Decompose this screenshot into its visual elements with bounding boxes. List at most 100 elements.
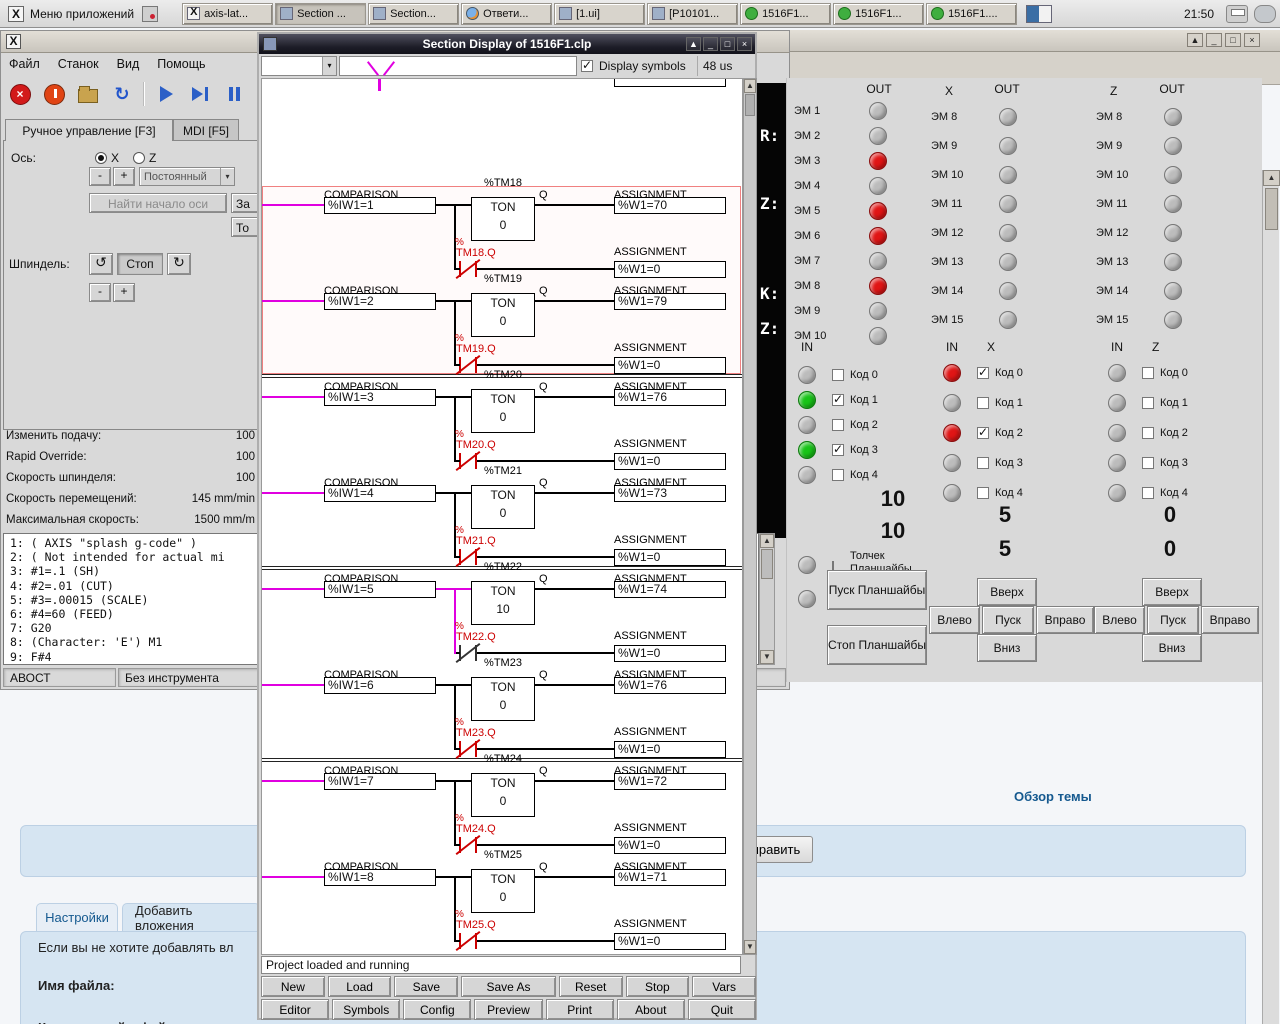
assignment-box[interactable]: %W1=70 <box>614 197 726 214</box>
estop-button[interactable]: × <box>7 81 33 107</box>
checkbox[interactable] <box>1142 457 1154 469</box>
checkbox[interactable] <box>977 397 989 409</box>
timer-block[interactable]: TON 0 <box>471 293 535 337</box>
jog-left-button[interactable]: Влево <box>929 606 980 634</box>
ladder-status-field[interactable]: Project loaded and running <box>261 956 741 974</box>
comparison-box[interactable]: %IW1=7 <box>324 773 436 790</box>
close-icon[interactable]: × <box>737 37 752 51</box>
checkbox[interactable] <box>977 365 989 379</box>
timer-block[interactable]: TON 10 <box>471 581 535 625</box>
timer-block[interactable]: TON 0 <box>471 389 535 433</box>
ladder-rung[interactable]: COMPARISON %IW1=1 %TM18 Q TON 0 ASSIGNME… <box>262 177 742 286</box>
tab-attachments[interactable]: Добавить вложения <box>122 903 260 933</box>
machine-power-button[interactable] <box>41 81 67 107</box>
checkbox[interactable] <box>1142 427 1154 439</box>
ladder-rung[interactable]: COMPARISON %IW1=8 %TM25 Q TON 0 ASSIGNME… <box>262 849 742 954</box>
ladder-rung[interactable]: COMPARISON %IW1=2 %TM19 Q TON 0 ASSIGNME… <box>262 273 742 382</box>
jog-up-button[interactable]: Вверх <box>977 578 1037 606</box>
timer-block[interactable]: TON 0 <box>471 869 535 913</box>
timer-block[interactable]: TON 0 <box>471 485 535 529</box>
checkbox[interactable] <box>1142 487 1154 499</box>
ladder-button[interactable]: Quit <box>687 999 756 1020</box>
maximize-icon[interactable]: □ <box>1225 33 1241 47</box>
ladder-rung[interactable]: COMPARISON %IW1=6 %TM23 Q TON 0 ASSIGNME… <box>262 657 742 766</box>
menu-item[interactable]: Станок <box>58 57 99 71</box>
scrollbar-thumb[interactable] <box>761 549 773 579</box>
printer-icon[interactable] <box>1226 5 1248 23</box>
taskbar-window-button[interactable]: [1.ui] <box>554 2 646 25</box>
scrollbar-thumb[interactable] <box>1265 188 1278 230</box>
reload-button[interactable]: ↻ <box>109 81 135 107</box>
jog-right-button[interactable]: Вправо <box>1036 606 1094 634</box>
section-combo[interactable]: ▾ <box>261 56 337 76</box>
jog-mode-combo[interactable]: Постоянный ▾ <box>139 167 235 186</box>
workspace-pager[interactable] <box>1025 5 1052 23</box>
taskbar-window-button[interactable]: Ответи... <box>461 2 553 25</box>
step-button[interactable] <box>187 81 213 107</box>
assignment-box[interactable]: %W1=0 <box>614 549 726 566</box>
tab-mdi[interactable]: MDI [F5] <box>173 119 239 141</box>
spindle-plus-button[interactable]: + <box>113 283 135 302</box>
gcode-scrollbar[interactable]: ▲ ▼ <box>759 533 775 665</box>
menu-item[interactable]: Помощь <box>157 57 205 71</box>
assignment-box[interactable]: %W1=0 <box>614 357 726 374</box>
radio-axis-z[interactable] <box>133 152 145 164</box>
jog-right-button[interactable]: Вправо <box>1201 606 1259 634</box>
spindle-ccw-button[interactable]: ↺ <box>89 253 113 275</box>
taskbar-window-button[interactable]: axis-lat... <box>182 2 274 25</box>
close-icon[interactable]: × <box>1244 33 1260 47</box>
pause-button[interactable] <box>221 81 247 107</box>
radio-axis-x[interactable] <box>95 152 107 164</box>
scrollbar-thumb[interactable] <box>745 94 755 116</box>
jog-start-button[interactable]: Пуск <box>1147 606 1199 634</box>
applications-menu[interactable]: X Меню приложений <box>0 0 142 27</box>
checkbox[interactable] <box>977 425 989 439</box>
taskbar-window-button[interactable]: 1516F1... <box>740 2 832 25</box>
override-row[interactable]: Максимальная скорость: 1500 mm/m <box>1 510 258 531</box>
shade-icon[interactable]: ▲ <box>686 37 701 51</box>
taskbar-window-button[interactable]: Section ... <box>275 2 367 25</box>
comparison-box[interactable]: %IW1=5 <box>324 581 436 598</box>
tab-settings[interactable]: Настройки <box>36 903 118 931</box>
spindle-minus-button[interactable]: - <box>89 283 111 302</box>
checkbox[interactable] <box>832 418 844 431</box>
comparison-box[interactable]: %IW1=2 <box>324 293 436 310</box>
comparison-box[interactable]: %IW1=1 <box>324 197 436 214</box>
jog-left-button[interactable]: Влево <box>1094 606 1145 634</box>
checkbox[interactable] <box>1142 397 1154 409</box>
home-axis-button[interactable]: Найти начало оси <box>89 193 227 213</box>
assignment-box[interactable]: %W1=79 <box>614 293 726 310</box>
assignment-box[interactable]: %W1=76 <box>614 389 726 406</box>
jog-start-button[interactable]: Пуск <box>982 606 1034 634</box>
jog-down-button[interactable]: Вниз <box>977 634 1037 662</box>
assignment-box[interactable]: %W1=71 <box>614 869 726 886</box>
mouse-icon[interactable] <box>1254 5 1276 23</box>
override-row[interactable]: Изменить подачу: 100 <box>1 426 258 447</box>
ladder-button[interactable]: Editor <box>261 999 330 1020</box>
taskbar-window-button[interactable]: 1516F1.... <box>926 2 1018 25</box>
maximize-icon[interactable]: □ <box>720 37 735 51</box>
ladder-scrollbar[interactable]: ▲ ▼ <box>743 78 757 955</box>
assignment-box[interactable]: %W1=0 <box>614 645 726 662</box>
ladder-button[interactable]: Save <box>394 976 459 997</box>
checkbox[interactable] <box>1142 367 1154 379</box>
checkbox[interactable] <box>832 392 844 406</box>
run-button[interactable] <box>153 81 179 107</box>
comparison-box[interactable]: %IW1=6 <box>324 677 436 694</box>
assignment-box[interactable]: %W1=0 <box>614 261 726 278</box>
assignment-box[interactable]: %W1=0 <box>614 837 726 854</box>
ladder-rung[interactable]: COMPARISON %IW1=3 %TM20 Q TON 0 ASSIGNME… <box>262 369 742 478</box>
scroll-down-icon[interactable]: ▼ <box>760 650 774 664</box>
shade-icon[interactable]: ▲ <box>1187 33 1203 47</box>
tab-manual-control[interactable]: Ручное управление [F3] <box>5 119 173 141</box>
launcher-icon[interactable] <box>142 5 159 22</box>
ladder-button[interactable]: Print <box>545 999 614 1020</box>
checkbox[interactable] <box>832 442 844 456</box>
jog-up-button[interactable]: Вверх <box>1142 578 1202 606</box>
ladder-button[interactable]: Preview <box>474 999 543 1020</box>
checkbox[interactable] <box>977 457 989 469</box>
ladder-titlebar[interactable]: Section Display of 1516F1.clp ▲ _ □ × <box>259 34 755 54</box>
ladder-button[interactable]: Symbols <box>332 999 401 1020</box>
assignment-box[interactable]: %W1=74 <box>614 581 726 598</box>
taskbar-window-button[interactable]: [P10101... <box>647 2 739 25</box>
